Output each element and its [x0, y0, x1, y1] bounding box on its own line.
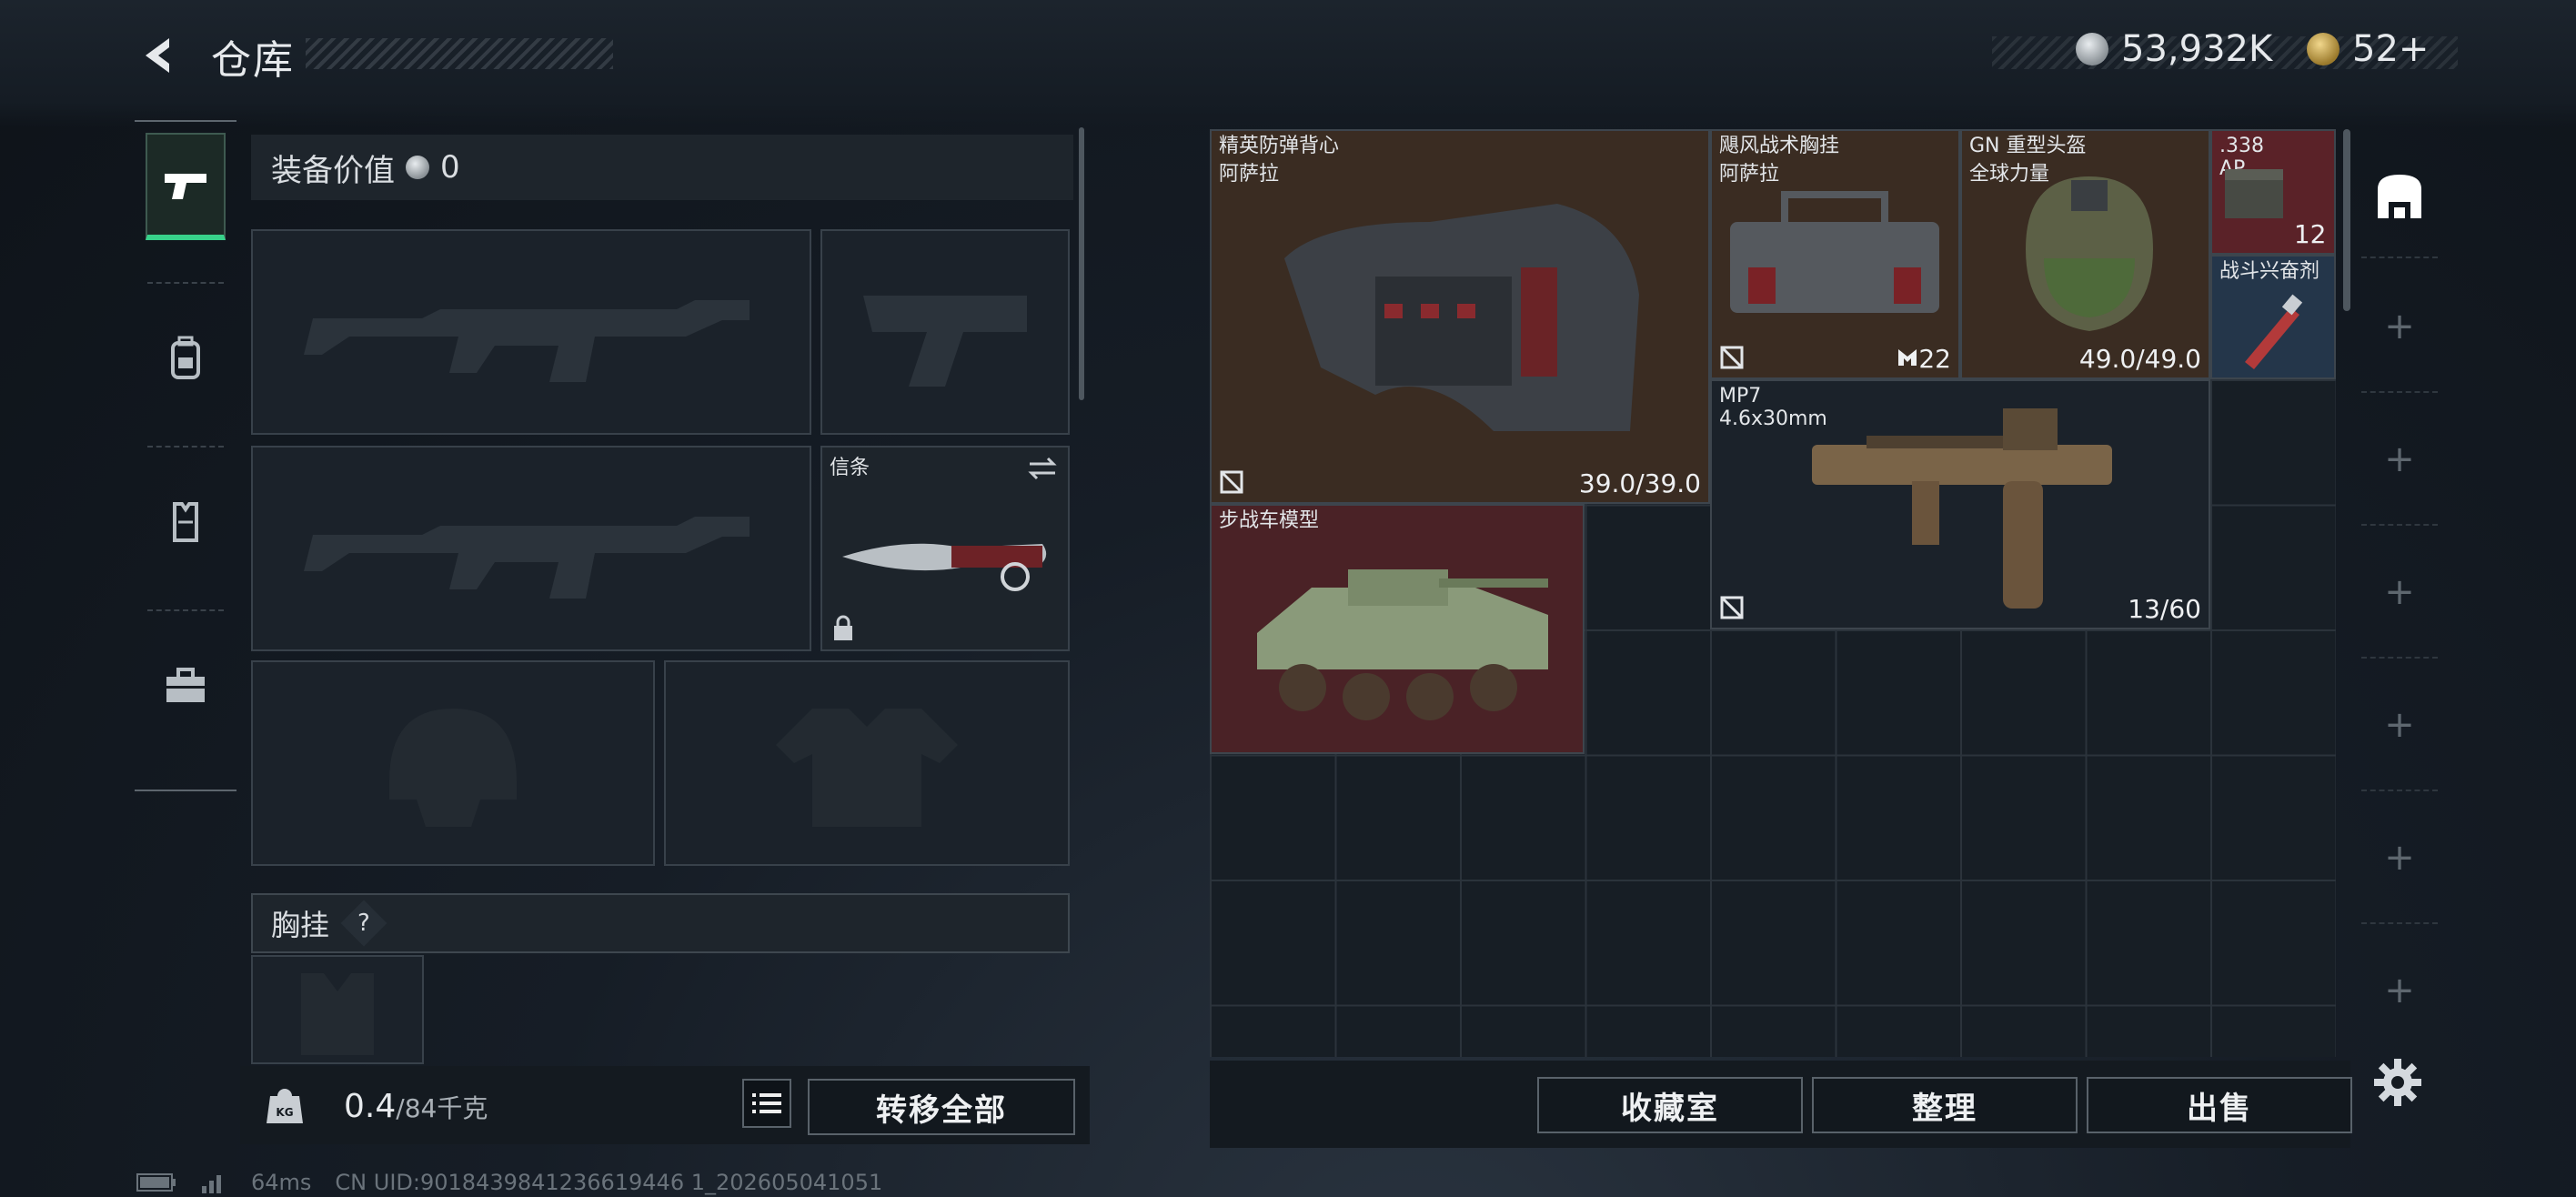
primary-weapon-slot[interactable] [251, 229, 811, 435]
weight-current: 0.4 [344, 1088, 397, 1125]
melee-slot-label: 信条 [830, 457, 870, 479]
no-insure-icon [1720, 346, 1744, 369]
karambit-knife-icon [842, 543, 1047, 591]
armor-silhouette-icon [776, 709, 958, 827]
storage-item-stimulant[interactable]: 战斗兴奋剂 [2210, 254, 2336, 379]
storage-item-ammo-338[interactable]: .338 AP 12 [2210, 129, 2336, 255]
title-decoration [306, 38, 613, 69]
no-insure-icon [1720, 596, 1744, 619]
pistol-silhouette-icon [863, 296, 1027, 387]
silver-coin-icon [406, 156, 429, 179]
weight-readout: 0.4/84千克 [344, 1088, 488, 1125]
list-icon [752, 1093, 781, 1113]
ammo-box-image [2225, 169, 2283, 218]
battery-icon [136, 1173, 176, 1192]
lock-icon [834, 615, 852, 640]
helmet-slot[interactable] [251, 660, 655, 866]
silver-coin-icon [2076, 33, 2108, 65]
add-storage-page-button[interactable]: + [2356, 970, 2443, 1011]
syringe-image [2245, 294, 2303, 369]
svg-text:KG: KG [276, 1106, 293, 1119]
back-arrow-icon[interactable] [136, 33, 182, 78]
capacity-icon [1898, 349, 1917, 366]
chest-rig-image [1730, 191, 1939, 313]
ping-readout: 64ms [251, 1170, 312, 1195]
status-footer: 64ms CN UID:9018439841236619446 1_202605… [136, 1170, 882, 1195]
armor-slot[interactable] [664, 660, 1070, 866]
pistol-icon [165, 174, 206, 199]
chest-rig-silhouette-icon [301, 973, 374, 1055]
storage-item-chest-rig[interactable]: 飓风战术胸挂 阿萨拉 22 [1710, 129, 1960, 379]
chest-rig-header: 胸挂 ? [251, 893, 1070, 953]
mp7-image [1812, 408, 2112, 609]
secondary-weapon-slot[interactable] [820, 229, 1070, 435]
add-storage-page-button[interactable]: + [2356, 837, 2443, 879]
add-storage-page-button[interactable]: + [2356, 704, 2443, 746]
swap-icon[interactable] [1026, 455, 1059, 482]
chest-rig-slot[interactable] [251, 955, 424, 1064]
capacity-readout: 22 [1897, 344, 1951, 374]
storage-pages: + + + + + + [2356, 129, 2443, 1148]
tab-vest[interactable] [146, 468, 226, 575]
tab-weapons[interactable] [146, 133, 226, 240]
storage-item-ifv-model[interactable]: 步战车模型 [1210, 504, 1585, 754]
ifv-model-image [1257, 569, 1548, 720]
gold-amount: 52+ [2352, 28, 2430, 70]
vault-button[interactable]: 收藏室 [1537, 1077, 1803, 1133]
storage-item-body-armor[interactable]: 精英防弹背心 阿萨拉 39.0/39.0 [1210, 129, 1710, 504]
add-storage-page-button[interactable]: + [2356, 571, 2443, 613]
storage-scrollbar[interactable] [2343, 129, 2350, 311]
melee-slot[interactable]: 信条 [820, 446, 1070, 651]
backpack-icon [171, 336, 200, 379]
transfer-all-button[interactable]: 转移全部 [808, 1079, 1075, 1135]
gold-coin-icon [2307, 33, 2340, 65]
no-insure-icon [1220, 470, 1243, 494]
category-tabs [135, 120, 236, 791]
add-storage-page-button[interactable]: + [2356, 438, 2443, 480]
add-storage-page-button[interactable]: + [2356, 306, 2443, 347]
weight-icon: KG [258, 1079, 311, 1132]
tertiary-weapon-slot[interactable] [251, 446, 811, 651]
weight-max: /84千克 [396, 1093, 488, 1123]
storage-icon[interactable] [2372, 169, 2427, 224]
tab-toolbox[interactable] [146, 631, 226, 739]
sort-button[interactable]: 整理 [1812, 1077, 2078, 1133]
rifle-silhouette-icon [304, 517, 750, 598]
equipment-value-label: 装备价值 [271, 152, 395, 189]
rifle-silhouette-icon [304, 300, 750, 382]
storage-grid[interactable]: 精英防弹背心 阿萨拉 39.0/39.0 飓风战术胸挂 阿萨拉 22 GN 重型… [1210, 129, 2336, 1057]
gold-currency[interactable]: 52+ [2307, 27, 2429, 71]
tab-backpack[interactable] [146, 304, 226, 411]
toolbox-icon [166, 668, 205, 702]
body-armor-image [1284, 204, 1639, 431]
equipment-value: 0 [440, 149, 460, 186]
sell-button[interactable]: 出售 [2087, 1077, 2352, 1133]
storage-item-helmet[interactable]: GN 重型头盔 全球力量 49.0/49.0 [1960, 129, 2210, 379]
uid-readout: CN UID:9018439841236619446 1_20260504105… [335, 1170, 883, 1195]
chest-rig-label: 胸挂 [271, 908, 330, 942]
list-view-button[interactable] [742, 1079, 791, 1128]
help-icon[interactable]: ? [340, 900, 387, 947]
equipment-value-bar: 装备价值 0 [251, 135, 1073, 200]
signal-icon [202, 1175, 221, 1193]
storage-item-mp7[interactable]: MP7 4.6x30mm 13/60 [1710, 379, 2210, 629]
silver-currency[interactable]: 53,932K [2076, 27, 2272, 71]
helmet-image [2026, 176, 2153, 331]
gear-icon[interactable] [2372, 1057, 2423, 1108]
vest-icon [173, 502, 198, 542]
page-title: 仓库 [211, 37, 295, 84]
helmet-silhouette-icon [389, 709, 517, 827]
equipment-scrollbar[interactable] [1079, 127, 1084, 400]
silver-amount: 53,932K [2121, 28, 2273, 70]
